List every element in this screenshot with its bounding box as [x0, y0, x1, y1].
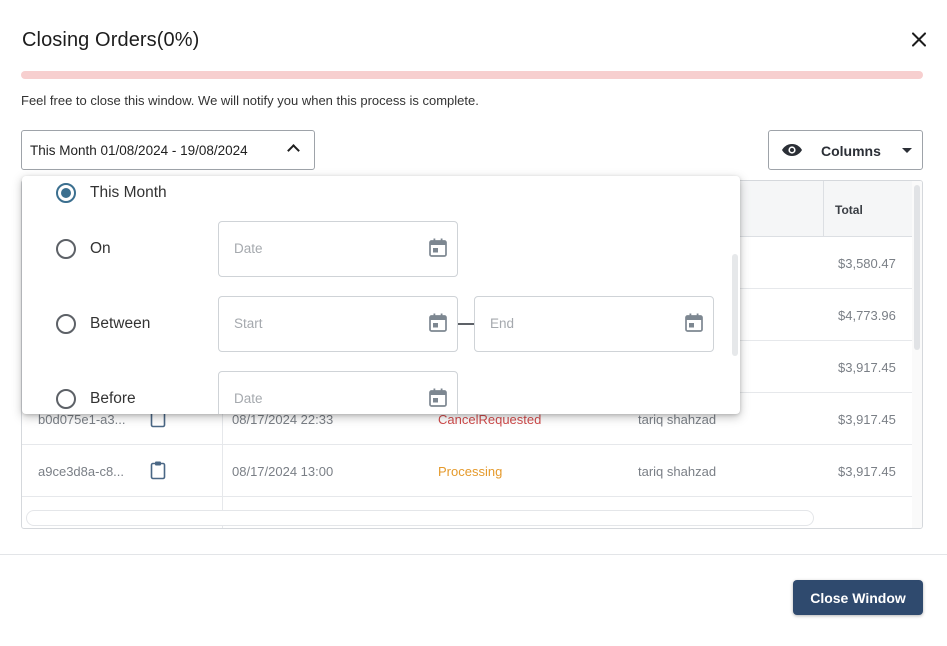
total-cell: $4,773.96: [838, 308, 896, 323]
option-before[interactable]: Before: [56, 387, 136, 411]
option-this-month[interactable]: This Month: [56, 181, 167, 205]
date-filter-dropdown: This Month On Between: [22, 176, 740, 414]
calendar-icon[interactable]: [428, 387, 448, 409]
order-date-cell: 08/17/2024 13:00: [232, 464, 334, 479]
status-cell: Processing: [438, 464, 503, 479]
total-cell: $3,580.47: [838, 256, 896, 271]
header-total[interactable]: Total: [823, 181, 912, 237]
total-cell: $3,917.45: [838, 464, 896, 479]
option-label: This Month: [90, 184, 167, 201]
columns-button[interactable]: Columns: [768, 130, 923, 170]
status-cell: CancelRequested: [438, 412, 542, 427]
calendar-icon[interactable]: [684, 312, 704, 334]
closing-orders-dialog: Closing Orders(0%) Feel free to close th…: [0, 0, 947, 646]
radio-before[interactable]: [56, 389, 76, 409]
option-between[interactable]: Between: [56, 312, 150, 336]
dialog-title: Closing Orders(0%): [22, 29, 200, 51]
caret-down-icon: [902, 148, 912, 153]
footer-divider: [0, 554, 947, 555]
option-label: On: [90, 240, 111, 257]
between-end-field[interactable]: [474, 296, 714, 352]
user-cell: tariq shahzad: [638, 412, 717, 427]
total-cell: $3,917.45: [838, 412, 896, 427]
between-end-input[interactable]: [490, 316, 670, 331]
vertical-scrollbar-thumb[interactable]: [914, 185, 920, 350]
table-row[interactable]: a9ce3d8a-c8... 08/17/2024 13:00 Processi…: [22, 445, 912, 497]
order-date-cell: 08/17/2024 22:33: [232, 412, 334, 427]
horizontal-scrollbar[interactable]: [26, 510, 814, 526]
option-label: Before: [90, 390, 136, 407]
before-date-field[interactable]: [218, 371, 458, 414]
between-start-input[interactable]: [234, 316, 414, 331]
option-on[interactable]: On: [56, 237, 111, 261]
close-icon[interactable]: [906, 28, 932, 54]
chevron-up-icon: [287, 144, 300, 157]
date-filter-label: This Month 01/08/2024 - 19/08/2024: [30, 142, 248, 158]
on-date-input[interactable]: [234, 241, 414, 256]
dropdown-scrollbar[interactable]: [732, 254, 738, 356]
eye-icon: [782, 144, 802, 156]
before-date-input[interactable]: [234, 391, 414, 406]
calendar-icon[interactable]: [428, 237, 448, 259]
on-date-field[interactable]: [218, 221, 458, 277]
radio-this-month[interactable]: [56, 183, 76, 203]
order-id-cell: a9ce3d8a-c8...: [38, 464, 125, 479]
option-label: Between: [90, 315, 151, 332]
progress-bar: [21, 71, 923, 79]
between-start-field[interactable]: [218, 296, 458, 352]
order-id-cell: b0d075e1-a3...: [38, 412, 126, 427]
columns-label: Columns: [821, 143, 881, 159]
range-separator: [458, 323, 474, 325]
calendar-icon[interactable]: [428, 312, 448, 334]
user-cell: tariq shahzad: [638, 464, 717, 479]
date-filter-button[interactable]: This Month 01/08/2024 - 19/08/2024: [21, 130, 315, 170]
clipboard-icon[interactable]: [150, 460, 166, 480]
close-window-button[interactable]: Close Window: [793, 580, 923, 615]
total-cell: $3,917.45: [838, 360, 896, 375]
radio-between[interactable]: [56, 314, 76, 334]
notice-text: Feel free to close this window. We will …: [21, 93, 479, 108]
radio-on[interactable]: [56, 239, 76, 259]
